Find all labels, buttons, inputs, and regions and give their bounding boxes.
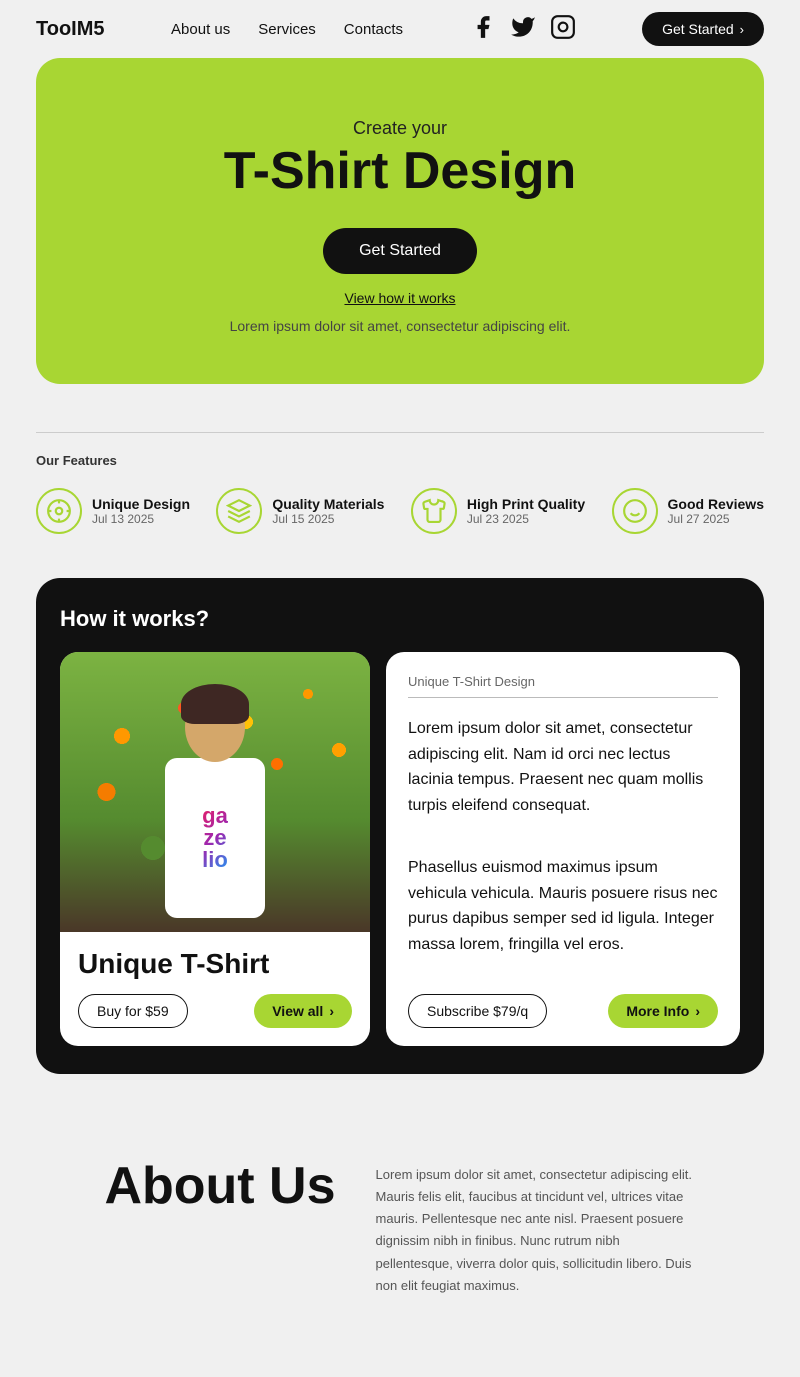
left-card: gazelio Unique T-Shirt Buy for $59 View … [60,652,370,1046]
feature-date-1: Jul 15 2025 [272,512,384,526]
feature-date-0: Jul 13 2025 [92,512,190,526]
palette-icon [36,488,82,534]
brand-logo[interactable]: TooIM5 [36,18,105,41]
features-divider [36,432,764,433]
nav-link-contacts[interactable]: Contacts [344,21,403,38]
view-all-button[interactable]: View all › [254,994,352,1028]
feature-item-print-quality: High Print Quality Jul 23 2025 [411,488,585,534]
hero-subtitle: Create your [76,118,724,139]
left-card-actions: Buy for $59 View all › [78,994,352,1028]
features-grid: Unique Design Jul 13 2025 Quality Materi… [36,488,764,534]
person-image: gazelio [145,692,285,932]
nav-link-about[interactable]: About us [171,21,230,38]
how-it-works-cards: gazelio Unique T-Shirt Buy for $59 View … [60,652,740,1046]
feature-item-unique-design: Unique Design Jul 13 2025 [36,488,190,534]
feature-name-1: Quality Materials [272,496,384,512]
navbar: TooIM5 About us Services Contacts Get St… [0,0,800,58]
right-card-paragraph1: Lorem ipsum dolor sit amet, consectetur … [408,716,718,837]
nav-social [470,14,576,45]
hero-section: Create your T-Shirt Design Get Started V… [36,58,764,384]
nav-links: About us Services Contacts [171,21,403,38]
right-card-paragraph2: Phasellus euismod maximus ipsum vehicula… [408,855,718,976]
navbar-cta-arrow-icon: › [740,22,744,37]
hero-get-started-button[interactable]: Get Started [323,228,477,274]
more-info-arrow-icon: › [695,1003,700,1019]
features-title: Our Features [36,453,764,468]
view-all-arrow-icon: › [329,1003,334,1019]
features-section: Our Features Unique Design Jul 13 2025 [0,408,800,550]
right-card-divider [408,697,718,698]
right-card-actions: Subscribe $79/q More Info › [408,994,718,1028]
feature-date-3: Jul 27 2025 [668,512,764,526]
facebook-icon[interactable] [470,14,496,45]
shirt-icon [411,488,457,534]
subscribe-button[interactable]: Subscribe $79/q [408,994,547,1028]
how-it-works-title: How it works? [60,606,740,632]
buy-button[interactable]: Buy for $59 [78,994,188,1028]
navbar-get-started-button[interactable]: Get Started › [642,12,764,46]
feature-name-2: High Print Quality [467,496,585,512]
right-card: Unique T-Shirt Design Lorem ipsum dolor … [386,652,740,1046]
hero-description: Lorem ipsum dolor sit amet, consectetur … [76,318,724,334]
about-section: About Us Lorem ipsum dolor sit amet, con… [0,1098,800,1377]
feature-item-quality-materials: Quality Materials Jul 15 2025 [216,488,384,534]
more-info-button[interactable]: More Info › [608,994,718,1028]
layers-icon [216,488,262,534]
hero-title: T-Shirt Design [76,143,724,200]
instagram-icon[interactable] [550,14,576,45]
feature-item-good-reviews: Good Reviews Jul 27 2025 [612,488,764,534]
smiley-icon [612,488,658,534]
left-card-image: gazelio [60,652,370,932]
about-text: Lorem ipsum dolor sit amet, consectetur … [376,1164,696,1297]
nav-link-services[interactable]: Services [258,21,316,38]
left-card-title: Unique T-Shirt [78,948,352,980]
right-card-tag: Unique T-Shirt Design [408,674,718,689]
about-title: About Us [104,1158,335,1215]
how-it-works-section: How it works? gazelio Unique T-Shirt [36,578,764,1074]
twitter-icon[interactable] [510,14,536,45]
feature-name-3: Good Reviews [668,496,764,512]
feature-name-0: Unique Design [92,496,190,512]
hero-view-link[interactable]: View how it works [76,290,724,306]
feature-date-2: Jul 23 2025 [467,512,585,526]
